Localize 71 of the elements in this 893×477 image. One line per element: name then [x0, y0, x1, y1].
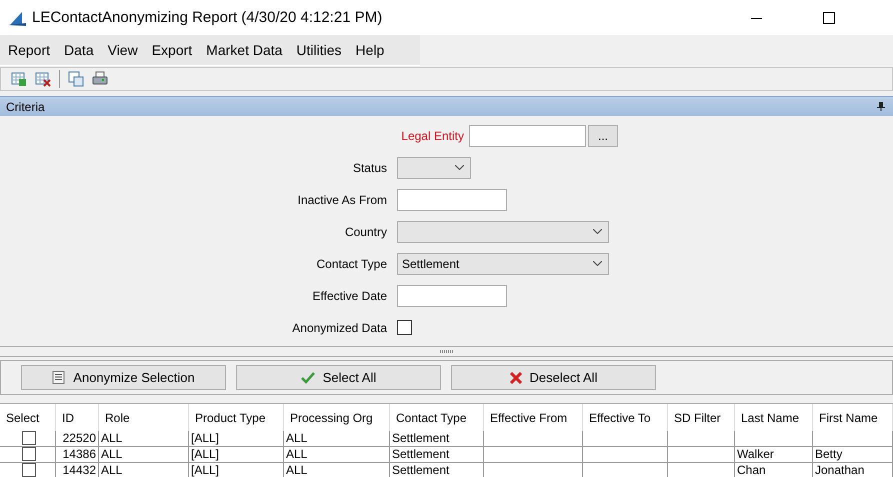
column-header[interactable]: Last Name	[735, 404, 813, 431]
column-header[interactable]: Effective From	[484, 404, 583, 431]
table-cell: 22520	[62, 431, 96, 445]
table-cell: Settlement	[392, 447, 450, 461]
table-cell: 14432	[62, 463, 96, 477]
table-cell: [ALL]	[191, 447, 220, 461]
maximize-icon[interactable]	[823, 12, 835, 24]
grid-add-icon[interactable]	[11, 71, 27, 87]
chevron-down-icon	[455, 165, 464, 170]
menu-item[interactable]: Utilities	[288, 42, 348, 58]
table-cell: Chan	[737, 463, 766, 477]
column-header[interactable]: Role	[99, 404, 189, 431]
browse-button[interactable]: ...	[588, 124, 618, 146]
table-cell: ALL	[286, 447, 308, 461]
table-cell: Walker	[737, 447, 774, 461]
column-header[interactable]: Effective To	[583, 404, 668, 431]
panel-title: Criteria	[6, 100, 45, 114]
table-cell: [ALL]	[191, 463, 220, 477]
table-cell: Settlement	[392, 463, 450, 477]
column-header[interactable]: ID	[56, 404, 99, 431]
close-icon	[510, 372, 522, 384]
table-cell: ALL	[101, 431, 122, 445]
table-cell: ALL	[286, 463, 308, 477]
menu-item[interactable]: Help	[348, 42, 390, 58]
app-logo-icon	[8, 10, 26, 26]
action-button[interactable]: Select All	[236, 365, 441, 390]
field-label: Legal Entity	[400, 128, 465, 142]
action-button[interactable]: Anonymize Selection	[21, 365, 226, 390]
table-cell: Jonathan	[815, 463, 864, 477]
column-header[interactable]: SD Filter	[668, 404, 735, 431]
field-label: Inactive As From	[296, 192, 388, 206]
chevron-down-icon	[593, 261, 602, 266]
legal-entity-field[interactable]	[469, 124, 586, 146]
table-cell: [ALL]	[191, 431, 220, 445]
date-field[interactable]	[397, 188, 507, 210]
checkbox[interactable]	[397, 320, 412, 335]
field-label: Effective Date	[312, 288, 388, 302]
menu-item[interactable]: Market Data	[198, 42, 288, 58]
dropdown[interactable]: Settlement	[397, 252, 609, 274]
window-title: LEContactAnonymizing Report (4/30/20 4:12:21 PM)	[32, 9, 382, 26]
field-label: Contact Type	[316, 256, 388, 270]
column-header[interactable]: First Name	[813, 404, 893, 431]
table-cell: 14386	[62, 447, 96, 461]
field-label: Country	[344, 224, 388, 238]
field-label: Anonymized Data	[291, 320, 388, 334]
column-header[interactable]: Product Type	[189, 404, 284, 431]
row-checkbox[interactable]	[22, 431, 36, 445]
splitter-grip[interactable]	[440, 350, 454, 353]
table-cell: ALL	[101, 463, 122, 477]
chevron-down-icon	[593, 229, 602, 234]
table-cell: Betty	[815, 447, 842, 461]
copy-grid-icon[interactable]	[68, 71, 84, 87]
row-checkbox[interactable]	[22, 463, 36, 477]
table-cell: Settlement	[392, 431, 450, 445]
row-checkbox[interactable]	[22, 447, 36, 461]
menu-item[interactable]: View	[100, 42, 144, 58]
action-button[interactable]: Deselect All	[451, 365, 656, 390]
date-field[interactable]	[397, 284, 507, 306]
field-label: Status	[352, 160, 388, 174]
pin-icon[interactable]	[877, 102, 885, 111]
list-icon	[52, 371, 66, 384]
table-cell: ALL	[101, 447, 122, 461]
table-cell: ALL	[286, 431, 308, 445]
column-header[interactable]: Contact Type	[390, 404, 484, 431]
menu-item[interactable]: Report	[0, 42, 56, 58]
menu-item[interactable]: Export	[144, 42, 198, 58]
check-icon	[300, 372, 315, 384]
printer-icon[interactable]	[92, 71, 108, 87]
menu-item[interactable]: Data	[56, 42, 100, 58]
column-header[interactable]: Processing Org	[284, 404, 390, 431]
grid-delete-icon[interactable]	[35, 71, 51, 87]
